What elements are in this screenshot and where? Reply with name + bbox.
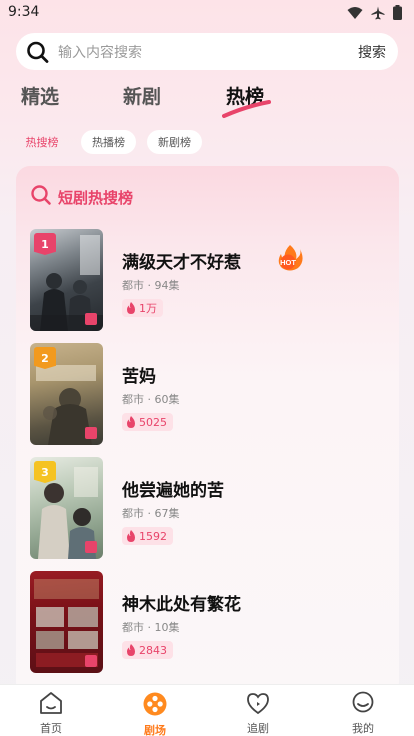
rank-badge: 3	[34, 461, 56, 483]
heat-value: 1592	[139, 529, 167, 543]
hot-flame-icon: HOT	[276, 243, 304, 275]
heat-badge: 1592	[122, 527, 173, 545]
poster-image	[30, 571, 103, 673]
drama-meta: 都市 · 10集	[122, 621, 180, 634]
nav-label: 剧场	[144, 724, 166, 736]
poster-image: 2	[30, 343, 103, 445]
search-icon	[26, 41, 50, 67]
nav-home[interactable]: 首页	[21, 691, 81, 736]
flame-icon	[126, 413, 136, 432]
airplane-icon	[371, 5, 385, 24]
heat-value: 1万	[139, 302, 157, 315]
status-time: 9:34	[8, 4, 40, 20]
nav-label: 首页	[40, 722, 62, 735]
nav-theater[interactable]: 剧场	[125, 691, 185, 736]
poster-tag	[85, 313, 97, 325]
chip-label: 热搜榜	[25, 136, 59, 149]
drama-title: 神木此处有繁花	[122, 595, 241, 615]
rank-number: 3	[41, 465, 49, 479]
poster-tag	[85, 541, 97, 553]
poster-tag	[85, 427, 97, 439]
search-icon	[30, 184, 52, 210]
ranking-item[interactable]: 神木此处有繁花 都市 · 10集 2843	[30, 571, 390, 675]
drama-meta: 都市 · 60集	[122, 393, 180, 406]
nav-follow[interactable]: 追剧	[228, 691, 288, 736]
profile-icon	[350, 691, 376, 719]
rank-badge: 2	[34, 347, 56, 369]
search-button[interactable]: 搜索	[358, 42, 386, 62]
ranking-title: 短剧热搜榜	[58, 188, 134, 207]
ranking-header: 短剧热搜榜	[30, 184, 133, 210]
heat-badge: 1万	[122, 299, 163, 317]
nav-label: 追剧	[247, 722, 269, 735]
ranking-item[interactable]: 2 苦妈 都市 · 60集 5025	[30, 343, 390, 447]
tab-featured[interactable]: 精选	[21, 82, 59, 109]
hot-label: HOT	[280, 258, 296, 267]
bottom-nav: 首页 剧场 追剧 我的	[0, 684, 414, 736]
chip-label: 热播榜	[92, 136, 125, 149]
search-input[interactable]: 输入内容搜索	[58, 42, 142, 62]
flame-icon	[126, 641, 136, 660]
chip-new-drama[interactable]: 新剧榜	[147, 130, 202, 154]
drama-title: 苦妈	[122, 367, 156, 387]
heat-value: 5025	[139, 415, 167, 429]
drama-title: 满级天才不好惹	[122, 253, 241, 273]
poster-tag	[85, 655, 97, 667]
nav-label: 我的	[352, 722, 374, 735]
ranking-item[interactable]: 1 满级天才不好惹 HOT 都市 · 94集 1万	[30, 229, 390, 333]
status-icons	[347, 5, 402, 24]
active-tab-indicator	[222, 98, 272, 124]
poster-image: 3	[30, 457, 103, 559]
heat-badge: 5025	[122, 413, 173, 431]
drama-meta: 都市 · 67集	[122, 507, 180, 520]
search-bar[interactable]: 输入内容搜索 搜索	[16, 33, 398, 70]
flame-icon	[126, 527, 136, 546]
heat-badge: 2843	[122, 641, 173, 659]
home-icon	[38, 691, 64, 719]
battery-icon	[393, 5, 402, 24]
rank-number: 1	[41, 237, 49, 251]
status-bar: 9:34	[0, 0, 414, 26]
ranking-item[interactable]: 3 他尝遍她的苦 都市 · 67集 1592	[30, 457, 390, 561]
ranking-card: 短剧热搜榜 1 满级天才不好惹 HOT 都市 · 94集 1万 2 苦妈 都市 …	[16, 166, 399, 696]
rank-badge: 1	[34, 233, 56, 255]
drama-title: 他尝遍她的苦	[122, 481, 224, 501]
theater-icon	[142, 691, 168, 721]
wifi-icon	[347, 5, 363, 24]
chip-hot-play[interactable]: 热播榜	[81, 130, 136, 154]
chip-label: 新剧榜	[158, 136, 191, 149]
heart-icon	[245, 691, 271, 719]
rank-number: 2	[41, 351, 49, 365]
poster-image: 1	[30, 229, 103, 331]
drama-meta: 都市 · 94集	[122, 279, 180, 292]
flame-icon	[126, 299, 136, 318]
tab-new[interactable]: 新剧	[123, 82, 161, 109]
nav-profile[interactable]: 我的	[333, 691, 393, 736]
heat-value: 2843	[139, 643, 167, 657]
chip-hot-search[interactable]: 热搜榜	[20, 130, 64, 154]
